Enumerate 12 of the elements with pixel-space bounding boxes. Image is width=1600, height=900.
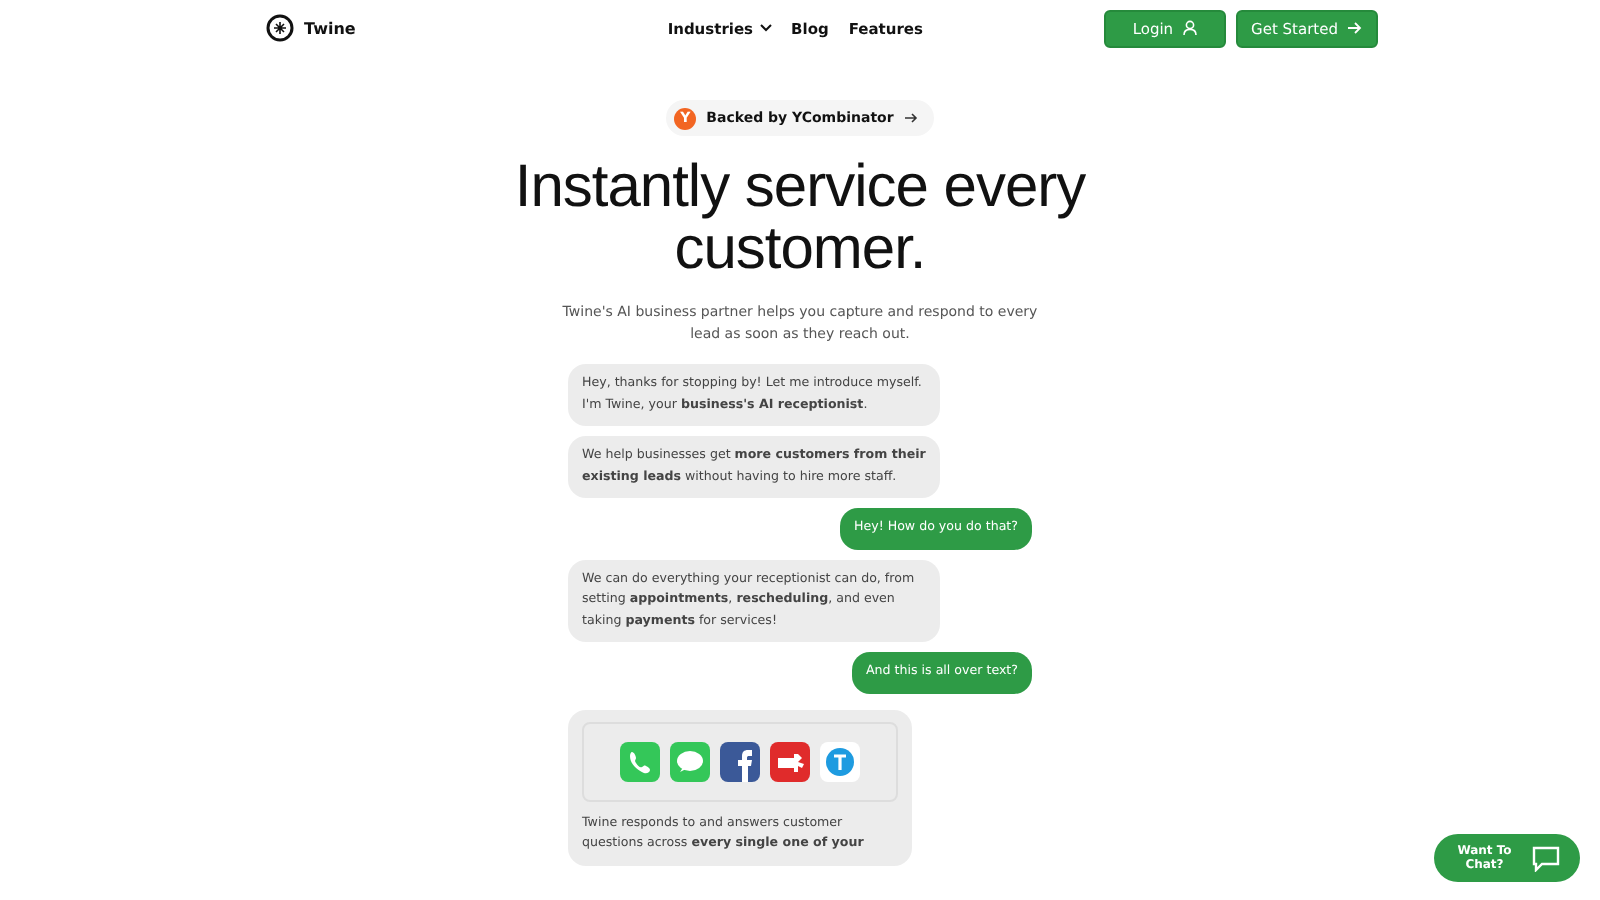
facebook-icon [720, 741, 760, 781]
chevron-down-icon [759, 24, 772, 32]
hero-title: Instantly service every customer. [512, 156, 1088, 280]
phone-icon [620, 741, 660, 781]
logo-icon [266, 14, 294, 42]
brand-name[interactable]: Twine [304, 19, 356, 37]
message-icon [670, 741, 710, 781]
arrow-right-icon [1346, 20, 1362, 36]
chat-bubble-icon [1531, 845, 1560, 871]
arrow-right-icon [903, 112, 918, 124]
user-icon [1181, 20, 1198, 36]
twine-app-icon [820, 741, 860, 781]
